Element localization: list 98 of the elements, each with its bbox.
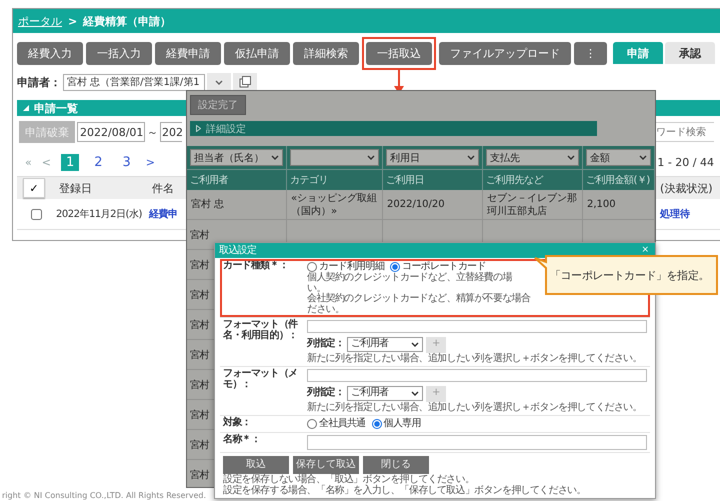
toolbar-button[interactable]: 詳細検索: [293, 42, 359, 64]
mode-tab[interactable]: 申請: [613, 42, 663, 64]
help-text: 新たに列を指定したい場合、追加したい列を選択し＋ボタンを押してください。: [307, 402, 642, 413]
mode-tab[interactable]: 承認: [665, 42, 715, 64]
select-value: 利用日: [390, 152, 420, 164]
column-select[interactable]: 支払先: [486, 149, 579, 166]
chevron-icon: [367, 155, 375, 160]
date-field[interactable]: 202: [160, 122, 182, 142]
column-header: (決裁状況): [660, 180, 714, 196]
breadcrumb-link[interactable]: ポータル: [18, 14, 62, 28]
close-button[interactable]: ×: [641, 245, 649, 255]
status-link[interactable]: 処理待: [660, 207, 720, 221]
callout-text: 「コーポレートカード」を指定。: [550, 268, 710, 283]
radio-label: コーポレートカード: [402, 262, 486, 272]
help-text: い。: [307, 284, 326, 294]
chevron-icon: [567, 155, 575, 160]
page-link[interactable]: 1: [60, 154, 80, 170]
select-value: ご利用者: [351, 339, 388, 350]
toolbar-button[interactable]: 経費申請: [155, 42, 221, 64]
detail-settings-bar[interactable]: 詳細設定: [190, 121, 597, 136]
bar-title: 詳細設定: [206, 122, 246, 136]
dialog-button[interactable]: 取込: [223, 456, 289, 474]
text-field[interactable]: [307, 320, 647, 333]
applicant-field[interactable]: 宮村 忠（営業部/営業1課/第1: [63, 74, 205, 90]
triangle-icon: [196, 125, 201, 132]
column-select[interactable]: 利用日: [386, 149, 479, 166]
range-separator: ～: [147, 124, 158, 140]
column-select[interactable]: ご利用者: [347, 386, 424, 401]
radio-label: 全社員共通: [319, 418, 366, 430]
toolbar-button[interactable]: ファイルアップロード: [439, 42, 571, 64]
subject-link[interactable]: 経費申: [149, 207, 178, 221]
copyright-text: right © NI Consulting CO.,LTD. All Rights Reserved.: [2, 491, 206, 500]
date-field[interactable]: 2022/08/01: [77, 122, 145, 142]
page-link[interactable]: 2: [89, 154, 108, 170]
radio-button[interactable]: [390, 262, 400, 272]
field-label: 列指定：: [307, 339, 344, 350]
radio-label: 個人専用: [384, 418, 421, 430]
field-label: 対象：: [223, 418, 252, 430]
chevron-icon: [467, 155, 475, 160]
breadcrumb-separator: >: [68, 14, 78, 28]
select-value: 支払先: [490, 152, 520, 164]
section-title: 申請一覧: [34, 100, 78, 116]
row-checkbox[interactable]: [31, 208, 42, 220]
help-text: 会社契約のクレジットカードなど、精算が不要な場合: [307, 294, 530, 304]
radio-label: カード利用明細: [319, 262, 384, 272]
toolbar-button[interactable]: 仮払申請: [224, 42, 290, 64]
table-cell-text: 2022年11月2日(水): [56, 208, 142, 221]
chevron-icon: [215, 80, 223, 84]
page-link[interactable]: 3: [118, 154, 136, 170]
column-header: 件名: [152, 180, 175, 196]
help-text: 設定を保存する場合、「名称」を入力し、「保存して取込」ボタンを押してください。: [222, 486, 587, 496]
next-page-link[interactable]: >: [146, 156, 156, 168]
radio-button[interactable]: [307, 262, 317, 272]
column-header: ご利用日: [383, 169, 483, 190]
column-select[interactable]: 担当者（氏名）: [190, 149, 283, 166]
select-value: 金額: [590, 152, 610, 164]
help-text: 新たに列を指定したい場合、追加したい列を選択し＋ボタンを押してください。: [307, 354, 642, 364]
chevron-icon: [411, 342, 420, 347]
column-select[interactable]: 金額: [586, 149, 651, 166]
copy-icon: [239, 76, 251, 88]
text-field[interactable]: [307, 369, 647, 382]
column-header: ご利用金額(￥): [583, 169, 655, 190]
toolbar-button[interactable]: 一括取込: [366, 42, 432, 64]
dropdown-button[interactable]: [207, 73, 231, 91]
triangle-icon: [23, 105, 29, 111]
chevron-icon: [411, 391, 420, 396]
toolbar-button[interactable]: ⋮: [574, 42, 607, 64]
name-field[interactable]: [307, 435, 647, 450]
field-label: 列指定：: [307, 388, 344, 399]
chevron-icon: [639, 155, 647, 160]
select-value: ご利用者: [351, 388, 388, 399]
select-value: 担当者（氏名）: [194, 152, 264, 164]
toolbar-button[interactable]: 経費入力: [17, 42, 83, 64]
dialog-button[interactable]: 保存して取込: [293, 456, 359, 474]
toolbar-button[interactable]: 一括入力: [86, 42, 152, 64]
select-all-button[interactable]: ✓: [23, 178, 45, 198]
column-header: カテゴリ: [287, 169, 383, 190]
radio-button[interactable]: [307, 419, 317, 429]
chevron-icon: [271, 155, 279, 160]
field-label: 申請者：: [17, 74, 61, 90]
page-summary: 1 - 20 / 44: [657, 156, 714, 168]
help-text: ださい。: [307, 304, 344, 315]
done-button[interactable]: 設定完了: [190, 95, 246, 115]
help-text: 個人契約のクレジットカードなど、立替経費の場: [307, 273, 512, 284]
table-cell: «ショッピング取組（国内）»: [287, 190, 383, 220]
table-cell: 2,100: [583, 190, 655, 220]
field-label: 名称＊：: [223, 435, 262, 447]
copy-button[interactable]: [233, 73, 257, 91]
table-cell: 宮村 忠: [187, 190, 287, 220]
table-cell: セブン－イレブン那珂川五部丸店: [483, 190, 583, 220]
page-title: 経費精算（申請）: [83, 14, 172, 28]
column-header: 登録日: [59, 180, 93, 196]
column-header: ご利用者: [187, 169, 287, 190]
dialog-button[interactable]: 閉じる: [363, 456, 429, 474]
radio-button[interactable]: [372, 419, 382, 429]
column-select[interactable]: ご利用者: [347, 337, 424, 352]
column-header: ご利用先など: [483, 169, 583, 190]
table-cell: 2022/10/20: [383, 190, 483, 220]
